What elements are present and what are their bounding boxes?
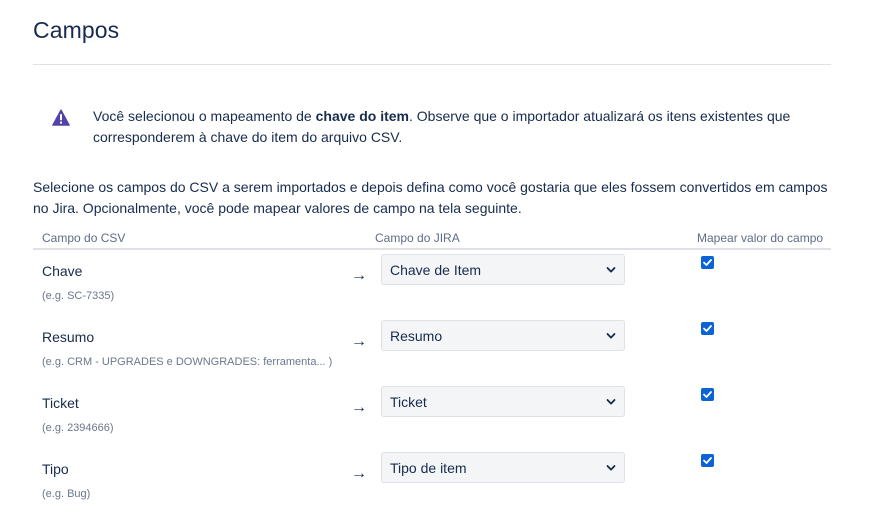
csv-field-example: (e.g. CRM - UPGRADES e DOWNGRADES: ferra… [42,356,333,368]
map-value-checkbox[interactable] [701,454,714,467]
arrow-icon: → [351,465,367,482]
header-map-value: Mapear valor do campo [697,231,824,245]
header-jira-field: Campo do JIRA [375,231,460,245]
warning-triangle-icon [52,109,70,126]
checkmark-icon [703,457,712,464]
arrow-icon: → [351,267,367,284]
csv-field-name: Ticket [42,395,79,411]
jira-field-value: Ticket [390,394,427,410]
jira-field-select[interactable]: Chave de Item [381,254,625,285]
checkmark-icon [703,391,712,398]
checkmark-icon [703,325,712,332]
chevron-down-icon [606,267,616,273]
chevron-down-icon [606,399,616,405]
csv-field-name: Resumo [42,329,95,345]
intro-text: Selecione os campos do CSV a serem impor… [33,179,828,216]
csv-field-name: Tipo [42,461,69,477]
csv-field-example: (e.g. SC-7335) [42,290,115,302]
jira-field-value: Resumo [390,328,443,344]
field-row-tipo: Tipo (e.g. Bug) → Tipo de item [33,452,831,512]
title-divider [33,64,831,65]
warning-text: Você selecionou o mapeamento de chave do… [93,108,791,145]
map-value-checkbox[interactable] [701,256,714,269]
jira-field-select[interactable]: Resumo [381,320,625,351]
jira-field-select[interactable]: Tipo de item [381,452,625,483]
jira-field-select[interactable]: Ticket [381,386,625,417]
jira-field-value: Chave de Item [390,262,482,278]
table-header: Campo do CSV Campo do JIRA Mapear valor … [33,228,831,250]
chevron-down-icon [606,333,616,339]
csv-field-name: Chave [42,263,83,279]
csv-field-example: (e.g. Bug) [42,488,91,500]
warning-bold-text: chave do item [315,108,409,124]
arrow-icon: → [351,333,367,350]
arrow-icon: → [351,399,367,416]
header-csv-field: Campo do CSV [42,231,126,245]
page-title: Campos [33,17,120,43]
chevron-down-icon [606,465,616,471]
csv-field-example: (e.g. 2394666) [42,422,114,434]
map-value-checkbox[interactable] [701,388,714,401]
map-value-checkbox[interactable] [701,322,714,335]
warning-message: Você selecionou o mapeamento de chave do… [33,92,831,156]
checkmark-icon [703,259,712,266]
jira-field-value: Tipo de item [390,460,467,476]
